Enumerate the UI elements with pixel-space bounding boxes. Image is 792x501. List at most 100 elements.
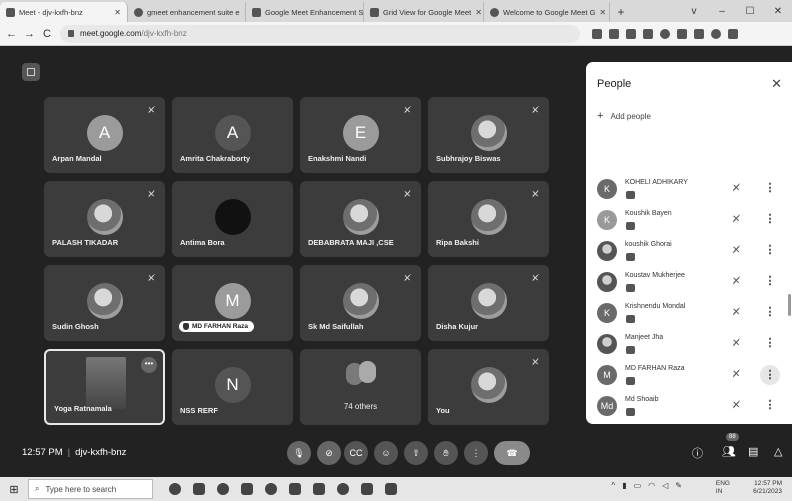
close-icon[interactable]: ✕: [599, 8, 606, 17]
more-options-icon[interactable]: ⋮: [763, 181, 777, 197]
mic-off-icon[interactable]: ✕̸: [732, 214, 740, 225]
cortana-icon[interactable]: [169, 483, 181, 495]
participant-tile[interactable]: A ✕̸ Arpan Mandal: [44, 97, 165, 173]
more-options-icon[interactable]: ⋮: [763, 398, 777, 414]
participant-tile[interactable]: ✕̸ DEBABRATA MAJI ,CSE: [300, 181, 421, 257]
more-options-icon[interactable]: ⋮: [763, 305, 777, 321]
puzzle-icon[interactable]: [677, 28, 687, 39]
sidebar-icon[interactable]: [694, 28, 704, 39]
participant-row[interactable]: M MD FARHAN Raza ✕̸ ⋮: [586, 359, 792, 393]
close-icon[interactable]: ✕: [475, 8, 482, 17]
back-icon[interactable]: ←: [6, 28, 17, 40]
raise-hand-button[interactable]: ✋︎: [434, 441, 458, 465]
close-panel-icon[interactable]: ✕: [771, 76, 782, 92]
taskbar-search[interactable]: ⌕ Type here to search: [28, 479, 153, 499]
participant-tile[interactable]: ✕̸ Subhrajoy Biswas: [428, 97, 549, 173]
app-icon[interactable]: [361, 483, 373, 495]
captions-button[interactable]: CC: [344, 441, 368, 465]
participant-row[interactable]: K KOHELI ADHIKARY ✕̸ ⋮: [586, 173, 792, 207]
participant-tile[interactable]: E ✕̸ Enakshmi Nandi: [300, 97, 421, 173]
participant-tile[interactable]: Antima Bora: [172, 181, 293, 257]
participant-tile[interactable]: M MD FARHAN Raza: [172, 265, 293, 341]
browser-tab-grid-view[interactable]: Grid View for Google Meet ✕: [364, 2, 484, 22]
browser-tab-welcome[interactable]: Welcome to Google Meet G ✕: [484, 2, 610, 22]
more-options-icon[interactable]: ⋮: [763, 336, 777, 352]
participant-tile[interactable]: ✕̸ PALASH TIKADAR: [44, 181, 165, 257]
more-options-icon[interactable]: •••: [141, 357, 157, 373]
app-icon[interactable]: [385, 483, 397, 495]
participant-tile[interactable]: ✕̸ Ripa Bakshi: [428, 181, 549, 257]
activities-icon[interactable]: △: [774, 445, 782, 458]
reload-icon[interactable]: C: [42, 28, 52, 40]
others-tile[interactable]: 74 others: [300, 349, 421, 425]
mic-off-icon[interactable]: ✕̸: [732, 307, 740, 318]
browser-tab-enhancement[interactable]: Google Meet Enhancement S ✕: [246, 2, 364, 22]
people-icon[interactable]: 👥︎: [722, 445, 736, 458]
participant-tile[interactable]: A Amrita Chakraborty: [172, 97, 293, 173]
add-people-button[interactable]: + Add people: [597, 110, 651, 122]
camera-icon[interactable]: [592, 28, 602, 39]
participant-row[interactable]: K Krishnendu Mondal ✕̸ ⋮: [586, 297, 792, 331]
emoji-button[interactable]: ☺: [374, 441, 398, 465]
new-tab-button[interactable]: +: [610, 2, 632, 22]
forward-icon[interactable]: →: [24, 28, 35, 40]
participant-row[interactable]: Md Md Shoaib ✕̸ ⋮: [586, 390, 792, 424]
info-icon[interactable]: ⓘ: [692, 445, 703, 461]
more-options-icon[interactable]: ⋮: [760, 365, 780, 385]
pen-icon[interactable]: ✎: [675, 481, 682, 490]
share-icon[interactable]: [609, 28, 619, 39]
menu-kebab-icon[interactable]: [728, 28, 738, 39]
participant-tile-pinned[interactable]: ••• Yoga Ratnamala: [44, 349, 165, 425]
more-options-icon[interactable]: ⋮: [763, 274, 777, 290]
mic-off-icon[interactable]: ✕̸: [732, 183, 740, 194]
network-icon[interactable]: ▮: [622, 481, 626, 490]
chrome-profile-icon[interactable]: [337, 483, 349, 495]
volume-icon[interactable]: ◁: [662, 481, 668, 490]
mic-off-icon[interactable]: ✕̸: [732, 245, 740, 256]
mic-off-icon[interactable]: ✕̸: [732, 369, 740, 380]
browser-tab-meet[interactable]: Meet - djv-kxfh-bnz ✕: [0, 2, 128, 22]
taskbar-clock[interactable]: 12:57 PM 6/21/2023: [753, 480, 782, 496]
explorer-icon[interactable]: [241, 483, 253, 495]
browser-tab-search[interactable]: gmeet enhancement suite e ✕: [128, 2, 246, 22]
store-icon[interactable]: [289, 483, 301, 495]
more-options-button[interactable]: ⋮: [464, 441, 488, 465]
windows-start-icon[interactable]: ⊞: [0, 483, 28, 496]
url-bar[interactable]: meet.google.com/djv-kxfh-bnz: [60, 24, 580, 43]
mic-off-icon[interactable]: ✕̸: [732, 276, 740, 287]
mic-off-icon[interactable]: ✕̸: [732, 400, 740, 411]
edge-icon[interactable]: [217, 483, 229, 495]
mic-toggle-button[interactable]: 🎙︎: [287, 441, 311, 465]
close-icon[interactable]: ✕: [114, 8, 121, 17]
minimize-icon[interactable]: –: [708, 6, 736, 17]
more-options-icon[interactable]: ⋮: [763, 243, 777, 259]
bookmark-star-icon[interactable]: [626, 28, 636, 39]
present-button[interactable]: ⇧: [404, 441, 428, 465]
extension-icon[interactable]: [660, 28, 670, 39]
participant-tile[interactable]: ✕̸ Disha Kujur: [428, 265, 549, 341]
chevron-up-icon[interactable]: ^: [611, 481, 615, 490]
tab-search-icon[interactable]: v: [680, 6, 708, 17]
battery-icon[interactable]: ▭: [634, 481, 642, 490]
participant-tile[interactable]: N NSS RERF: [172, 349, 293, 425]
leave-call-button[interactable]: ☎︎: [494, 441, 530, 465]
close-window-icon[interactable]: ✕: [764, 6, 792, 17]
language-indicator[interactable]: ENG IN: [716, 480, 730, 496]
maximize-icon[interactable]: ☐: [736, 6, 764, 17]
profile-avatar[interactable]: [711, 28, 721, 39]
participant-tile[interactable]: ✕̸ Sudin Ghosh: [44, 265, 165, 341]
chat-icon[interactable]: ▤: [748, 445, 758, 458]
self-tile[interactable]: ✕̸ You: [428, 349, 549, 425]
participant-row[interactable]: koushik Ghorai ✕̸ ⋮: [586, 235, 792, 269]
more-options-icon[interactable]: ⋮: [763, 212, 777, 228]
participant-row[interactable]: Koustav Mukherjee ✕̸ ⋮: [586, 266, 792, 300]
participant-row[interactable]: Manjeet Jha ✕̸ ⋮: [586, 328, 792, 362]
participant-tile[interactable]: ✕̸ Sk Md Saifullah: [300, 265, 421, 341]
chrome-icon[interactable]: [265, 483, 277, 495]
grid-extension-icon[interactable]: [643, 28, 653, 39]
task-view-icon[interactable]: [193, 483, 205, 495]
wifi-icon[interactable]: ◠: [648, 481, 655, 490]
mic-off-icon[interactable]: ✕̸: [732, 338, 740, 349]
self-view-toggle-icon[interactable]: [22, 63, 40, 81]
camera-toggle-button[interactable]: ⊘: [317, 441, 341, 465]
